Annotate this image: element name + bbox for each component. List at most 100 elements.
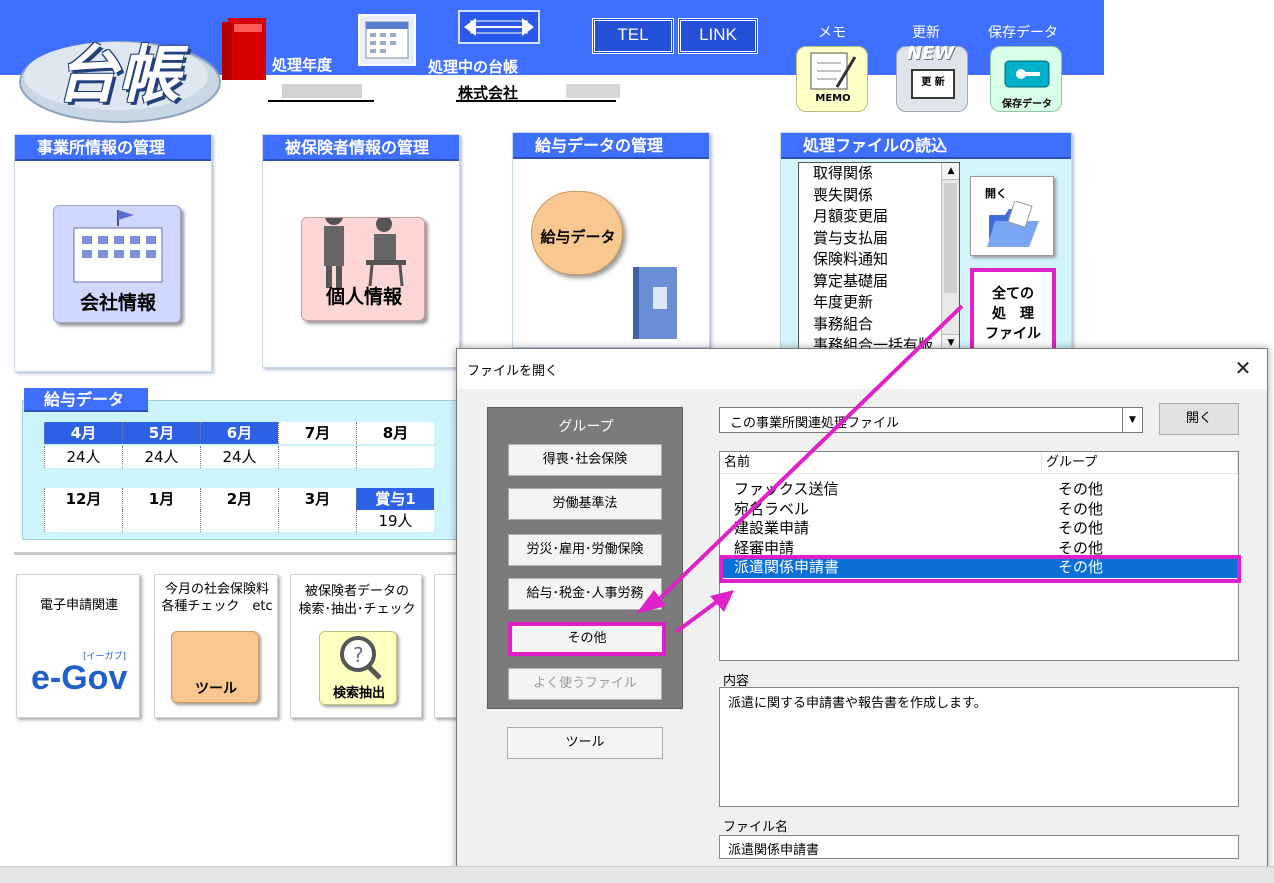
personal-info-label: 個人情報	[325, 286, 402, 308]
list-item[interactable]: 賞与支払届	[799, 228, 959, 250]
memo-label: メモ	[818, 25, 846, 41]
close-icon[interactable]: ✕	[1229, 355, 1257, 381]
month-header[interactable]: 3月	[278, 488, 356, 510]
list-item[interactable]: 保険料通知	[799, 249, 959, 271]
salary-count	[122, 510, 200, 532]
new-badge: NEW	[907, 43, 955, 64]
search-extract-button[interactable]: 被保険者データの 検索･抽出･チェック ? 検索抽出	[290, 574, 422, 718]
chevron-down-icon[interactable]: ▼	[1122, 408, 1142, 432]
e-gov-logo: e-Gov	[31, 659, 128, 697]
group-button-favorites[interactable]: よく使うファイル	[508, 668, 662, 700]
file-name: 宛名ラベル	[734, 499, 810, 518]
status-bar	[0, 866, 1274, 883]
memo-icon-text: MEMO	[815, 93, 851, 104]
group-button-social-insurance[interactable]: 得喪･社会保険	[508, 444, 662, 476]
filename-field[interactable]: 派遣関係申請書	[719, 835, 1239, 859]
group-button-labor-insurance[interactable]: 労災･雇用･労働保険	[508, 534, 662, 566]
list-item[interactable]: 算定基礎届	[799, 271, 959, 293]
insured-panel: 被保険者情報の管理 個人情報	[262, 134, 460, 368]
month-header[interactable]: 6月	[200, 422, 278, 444]
salary-table-title: 給与データ	[24, 388, 148, 412]
scroll-up-icon[interactable]: ▲	[942, 163, 959, 180]
fiscal-year-value	[282, 84, 362, 98]
check-button-label: ツール	[195, 681, 237, 697]
salary-count	[356, 446, 434, 468]
all-process-files-button[interactable]: 全ての 処 理 ファイル	[970, 268, 1056, 354]
list-item[interactable]: 年度更新	[799, 292, 959, 314]
check-title-1: 今月の社会保険料	[164, 582, 269, 597]
list-item[interactable]: 取得関係	[799, 163, 959, 185]
table-row[interactable]: 建設業申請 その他	[720, 519, 1238, 539]
month-header[interactable]: 5月	[122, 422, 200, 444]
update-button[interactable]: NEW 更 新	[896, 43, 968, 112]
list-item[interactable]: 喪失関係	[799, 185, 959, 207]
process-files-panel-title: 処理ファイルの読込	[781, 133, 1071, 159]
building-icon	[73, 210, 163, 283]
list-scrollbar[interactable]: ▲ ▼	[941, 163, 959, 351]
update-label: 更新	[912, 25, 940, 41]
switch-ledger-button[interactable]	[458, 10, 540, 44]
table-row[interactable]: ファックス送信 その他	[720, 480, 1238, 500]
company-name-masked	[566, 84, 620, 98]
check-title-2: 各種チェック etc	[161, 599, 273, 614]
list-item[interactable]: 月額変更届	[799, 206, 959, 228]
fiscal-year-label: 処理年度	[272, 56, 333, 74]
process-file-list[interactable]: 取得関係 喪失関係 月額変更届 賞与支払届 保険料通知 算定基礎届 年度更新 事…	[798, 162, 960, 352]
group-button-other[interactable]: その他	[508, 622, 666, 656]
month-header[interactable]: 1月	[122, 488, 200, 510]
open-button[interactable]: 開く	[1159, 403, 1239, 435]
salary-months-row-2: 12月 1月 2月 3月 賞与1	[44, 488, 434, 510]
tool-button[interactable]: ツール	[507, 727, 663, 759]
month-header[interactable]: 7月	[278, 422, 356, 444]
salary-data-button[interactable]: 給与データ	[531, 191, 623, 275]
salary-data-panel-title: 給与データの管理	[513, 133, 709, 159]
open-file-label: 開く	[985, 187, 1007, 200]
column-header-group[interactable]: グループ	[1042, 452, 1238, 473]
folder-icon	[987, 201, 1039, 247]
double-arrow-icon	[464, 18, 534, 36]
month-header[interactable]: 2月	[200, 488, 278, 510]
list-item[interactable]: 事務組合	[799, 314, 959, 336]
section-divider	[14, 552, 464, 555]
month-header[interactable]: 8月	[356, 422, 434, 444]
personal-info-button[interactable]: 個人情報	[301, 207, 425, 321]
salary-months-row-1: 4月 5月 6月 7月 8月	[44, 422, 434, 444]
file-scope-select[interactable]: この事業所関連処理ファイル ▼	[719, 407, 1143, 433]
file-name: ファックス送信	[734, 480, 839, 498]
link-button[interactable]: LINK	[678, 18, 758, 54]
dialog-title: ファイルを開く	[467, 363, 559, 378]
company-info-button[interactable]: 会社情報	[53, 205, 181, 323]
memo-button[interactable]: MEMO	[796, 46, 868, 112]
dialog-titlebar	[457, 349, 1267, 389]
salary-count	[278, 510, 356, 532]
group-button-payroll-tax[interactable]: 給与･税金･人事労務	[508, 578, 662, 610]
table-row[interactable]: 宛名ラベル その他	[720, 500, 1238, 520]
update-icon-text: 更 新	[911, 69, 955, 99]
column-header-name[interactable]: 名前	[720, 452, 1042, 473]
file-group: その他	[1058, 519, 1104, 537]
monthly-check-button[interactable]: 今月の社会保険料 各種チェック etc ツール	[154, 574, 278, 718]
tel-button[interactable]: TEL	[592, 18, 674, 54]
saved-data-label: 保存データ	[988, 25, 1058, 41]
salary-values-row-1: 24人 24人 24人	[44, 446, 434, 468]
scroll-thumb[interactable]	[944, 183, 957, 293]
month-header[interactable]: 賞与1	[356, 488, 434, 510]
selected-row-highlight	[719, 555, 1241, 583]
open-file-button[interactable]: 開く	[970, 176, 1054, 256]
open-file-dialog: ファイルを開く ✕ グループ 得喪･社会保険 労働基準法 労災･雇用･労働保険 …	[456, 348, 1268, 875]
saved-data-button[interactable]: 保存データ	[990, 46, 1062, 112]
calendar-icon[interactable]	[358, 14, 416, 66]
binder-book-icon	[633, 267, 677, 339]
search-title-1: 被保険者データの	[304, 584, 409, 599]
group-button-labor-standards[interactable]: 労働基準法	[508, 488, 662, 520]
month-header[interactable]: 12月	[44, 488, 122, 510]
month-header[interactable]: 4月	[44, 422, 122, 444]
all-files-label-line2: 処 理	[992, 306, 1034, 322]
file-scope-value: この事業所関連処理ファイル	[730, 416, 900, 431]
e-gov-button[interactable]: 電子申請関連 [イーガブ] e-Gov	[16, 574, 140, 718]
ledger-logo: 台帳	[16, 12, 226, 123]
list-header: 名前 グループ	[720, 452, 1238, 474]
salary-count: 24人	[122, 446, 200, 468]
salary-count: 24人	[200, 446, 278, 468]
file-group: その他	[1058, 480, 1104, 498]
